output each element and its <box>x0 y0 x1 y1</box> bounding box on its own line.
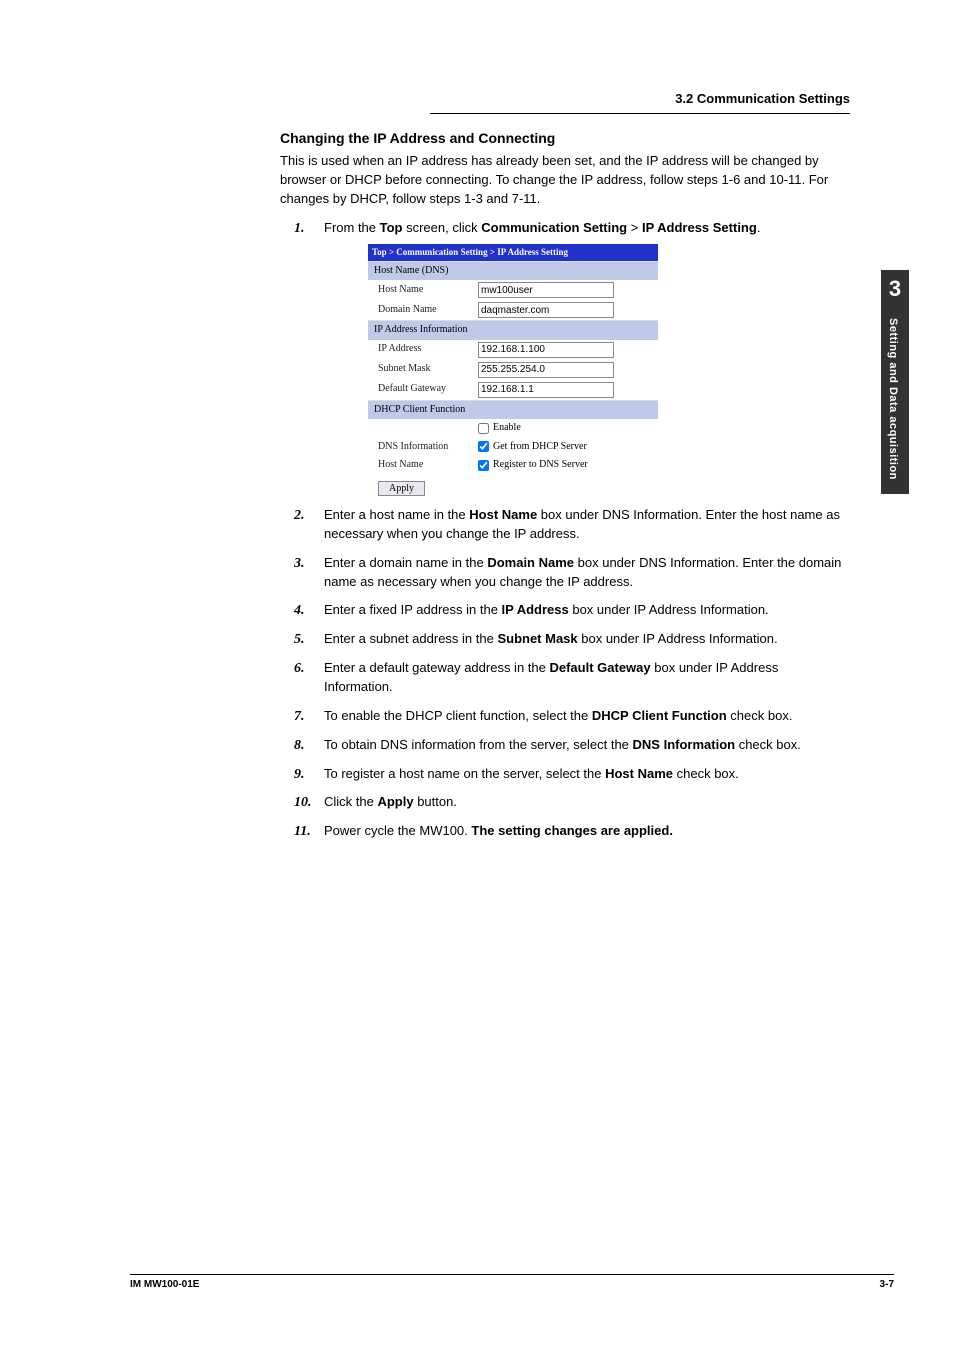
step-text: Enter a domain name in the Domain Name b… <box>324 555 841 589</box>
footer-right: 3-7 <box>880 1279 894 1290</box>
step-2: 2. Enter a host name in the Host Name bo… <box>280 506 850 544</box>
step-5: 5. Enter a subnet address in the Subnet … <box>280 630 850 649</box>
step-9: 9. To register a host name on the server… <box>280 765 850 784</box>
host-name-2-chk-label: Register to DNS Server <box>493 458 588 473</box>
row-host-name-2: Host Name Register to DNS Server <box>368 456 658 475</box>
host-name-2-label: Host Name <box>378 458 478 473</box>
apply-button[interactable]: Apply <box>378 481 425 496</box>
step-text: Enter a subnet address in the Subnet Mas… <box>324 631 778 646</box>
section-header: 3.2 Communication Settings <box>430 90 850 114</box>
step-text: Enter a host name in the Host Name box u… <box>324 507 840 541</box>
row-domain-name: Domain Name <box>368 300 658 320</box>
chapter-label: Setting and Data acquisition <box>881 312 905 494</box>
row-host-name: Host Name <box>368 280 658 300</box>
step-text: From the Top screen, click Communication… <box>324 220 760 235</box>
row-default-gateway: Default Gateway <box>368 380 658 400</box>
step-3: 3. Enter a domain name in the Domain Nam… <box>280 554 850 592</box>
footer-left: IM MW100-01E <box>130 1279 199 1290</box>
section-dhcp: DHCP Client Function <box>368 400 658 420</box>
dns-info-chk-label: Get from DHCP Server <box>493 440 587 455</box>
chapter-number: 3 <box>881 270 909 312</box>
step-number: 2. <box>294 506 305 526</box>
domain-name-input[interactable] <box>478 302 614 318</box>
step-number: 8. <box>294 736 305 756</box>
step-text: To obtain DNS information from the serve… <box>324 737 801 752</box>
step-text: To enable the DHCP client function, sele… <box>324 708 792 723</box>
host-name-2-checkbox[interactable] <box>478 460 489 471</box>
step-number: 3. <box>294 554 305 574</box>
host-name-input[interactable] <box>478 282 614 298</box>
step-text: To register a host name on the server, s… <box>324 766 739 781</box>
default-gateway-input[interactable] <box>478 382 614 398</box>
domain-name-label: Domain Name <box>378 303 478 318</box>
row-dns-info: DNS Information Get from DHCP Server <box>368 438 658 457</box>
step-number: 7. <box>294 707 305 727</box>
step-7: 7. To enable the DHCP client function, s… <box>280 707 850 726</box>
dns-info-label: DNS Information <box>378 440 478 455</box>
step-4: 4. Enter a fixed IP address in the IP Ad… <box>280 601 850 620</box>
step-text: Power cycle the MW100. The setting chang… <box>324 823 673 838</box>
section-host-dns: Host Name (DNS) <box>368 261 658 281</box>
subheading: Changing the IP Address and Connecting <box>280 128 850 148</box>
step-1: 1. From the Top screen, click Communicat… <box>280 219 850 496</box>
row-subnet-mask: Subnet Mask <box>368 360 658 380</box>
subnet-mask-input[interactable] <box>478 362 614 378</box>
host-name-label: Host Name <box>378 283 478 298</box>
subnet-mask-label: Subnet Mask <box>378 362 478 377</box>
intro-paragraph: This is used when an IP address has alre… <box>280 152 850 209</box>
dhcp-enable-checkbox[interactable] <box>478 423 489 434</box>
row-ip-address: IP Address <box>368 340 658 360</box>
step-number: 9. <box>294 765 305 785</box>
step-number: 4. <box>294 601 305 621</box>
dns-info-checkbox[interactable] <box>478 441 489 452</box>
embedded-screenshot: Top > Communication Setting > IP Address… <box>368 244 658 497</box>
step-text: Enter a fixed IP address in the IP Addre… <box>324 602 769 617</box>
page-footer: IM MW100-01E 3-7 <box>130 1274 894 1290</box>
default-gateway-label: Default Gateway <box>378 382 478 397</box>
row-dhcp-enable: Enable <box>368 419 658 438</box>
step-6: 6. Enter a default gateway address in th… <box>280 659 850 697</box>
step-number: 11. <box>294 822 311 842</box>
step-number: 6. <box>294 659 305 679</box>
step-11: 11. Power cycle the MW100. The setting c… <box>280 822 850 841</box>
step-number: 5. <box>294 630 305 650</box>
chapter-tab: 3 Setting and Data acquisition <box>881 270 909 494</box>
ip-address-label: IP Address <box>378 342 478 357</box>
step-text: Click the Apply button. <box>324 794 457 809</box>
section-ip-info: IP Address Information <box>368 320 658 340</box>
step-number: 10. <box>294 793 312 813</box>
step-number: 1. <box>294 219 305 239</box>
ip-address-input[interactable] <box>478 342 614 358</box>
step-10: 10. Click the Apply button. <box>280 793 850 812</box>
dhcp-enable-label: Enable <box>493 421 521 436</box>
step-text: Enter a default gateway address in the D… <box>324 660 778 694</box>
step-8: 8. To obtain DNS information from the se… <box>280 736 850 755</box>
breadcrumb: Top > Communication Setting > IP Address… <box>368 244 658 261</box>
